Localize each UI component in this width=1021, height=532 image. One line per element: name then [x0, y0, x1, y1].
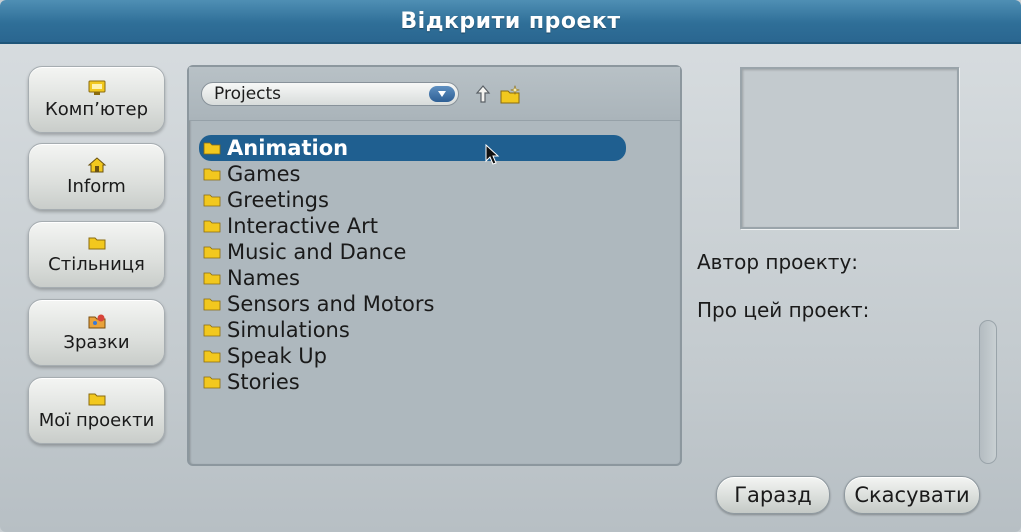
folder-name: Names — [227, 265, 300, 290]
list-item[interactable]: Sensors and Motors — [203, 291, 633, 317]
list-item[interactable]: Simulations — [203, 317, 633, 343]
folder-icon — [203, 272, 221, 284]
home-icon — [87, 156, 106, 172]
folder-icon — [203, 142, 221, 154]
open-project-dialog: Відкрити проект Комп’ютер Inform Стільни… — [0, 0, 1021, 532]
folder-name: Stories — [227, 369, 300, 394]
folder-name: Greetings — [227, 187, 329, 212]
folder-icon — [88, 393, 105, 405]
folder-icon — [203, 298, 221, 310]
list-item[interactable]: Interactive Art — [203, 213, 633, 239]
folder-list: Animation Games Greetings Interactive Ar… — [199, 135, 633, 395]
folder-name: Sensors and Motors — [227, 291, 435, 316]
project-about-label: Про цей проект: — [697, 298, 870, 322]
sidebar-item-label: Стільниця — [48, 253, 145, 275]
folder-icon — [88, 237, 105, 249]
list-item[interactable]: Names — [203, 265, 633, 291]
file-browser-toolbar: Projects — [189, 67, 680, 121]
folder-name: Speak Up — [227, 343, 327, 368]
folder-name: Simulations — [227, 317, 350, 342]
folder-icon — [203, 220, 221, 232]
dialog-title: Відкрити проект — [400, 8, 621, 34]
up-folder-icon[interactable] — [475, 85, 491, 105]
folder-icon — [203, 246, 221, 258]
path-dropdown-value: Projects — [214, 84, 282, 104]
project-thumbnail-preview — [740, 67, 959, 229]
list-item[interactable]: Animation — [199, 135, 626, 161]
list-item[interactable]: Greetings — [203, 187, 633, 213]
list-item[interactable]: Music and Dance — [203, 239, 633, 265]
ok-button[interactable]: Гаразд — [716, 476, 830, 514]
new-folder-icon[interactable] — [499, 85, 521, 105]
sidebar-item-label: Комп’ютер — [45, 98, 148, 120]
folder-name: Interactive Art — [227, 213, 379, 238]
folder-icon — [203, 168, 221, 180]
mouse-cursor-icon — [485, 144, 500, 165]
file-browser-panel: Projects Animation Games Greetings Inter… — [187, 65, 682, 466]
folder-name: Animation — [227, 135, 349, 160]
examples-icon — [88, 314, 105, 328]
computer-icon — [88, 80, 105, 95]
sidebar-item-my-projects[interactable]: Мої проекти — [28, 377, 165, 444]
sidebar-item-label: Зразки — [63, 331, 130, 353]
folder-name: Games — [227, 161, 301, 186]
sidebar-item-label: Мої проекти — [38, 409, 155, 431]
folder-name: Music and Dance — [227, 239, 407, 264]
sidebar-item-desktop[interactable]: Стільниця — [28, 221, 165, 288]
folder-icon — [203, 376, 221, 388]
folder-icon — [203, 350, 221, 362]
list-item[interactable]: Speak Up — [203, 343, 633, 369]
folder-icon — [203, 194, 221, 206]
sidebar-item-examples[interactable]: Зразки — [28, 299, 165, 366]
chevron-down-icon[interactable] — [429, 86, 455, 102]
path-dropdown[interactable]: Projects — [201, 82, 459, 106]
list-item[interactable]: Games — [203, 161, 633, 187]
title-bar: Відкрити проект — [0, 0, 1021, 44]
project-author-label: Автор проекту: — [697, 250, 859, 274]
sidebar-item-label: Inform — [67, 175, 126, 197]
sidebar-item-inform[interactable]: Inform — [28, 143, 165, 210]
sidebar-item-computer[interactable]: Комп’ютер — [28, 66, 165, 133]
list-item[interactable]: Stories — [203, 369, 633, 395]
cancel-button[interactable]: Скасувати — [844, 476, 980, 514]
folder-icon — [203, 324, 221, 336]
about-scrollbar[interactable] — [979, 320, 997, 464]
